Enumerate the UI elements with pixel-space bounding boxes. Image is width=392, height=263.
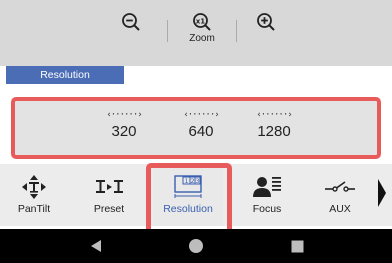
resolution-options-box: ‹······› 320 ‹······› 640 ‹······› 1280 [11,97,381,159]
tab-label: Focus [252,203,282,215]
focus-icon [250,173,284,201]
resolution-value: 320 [111,123,137,140]
zoom-separator [236,20,237,42]
zoom-out-button[interactable] [111,12,151,62]
magnifier-minus-icon [122,13,140,31]
tab-label: AUX [329,203,351,215]
tab-pantilt[interactable]: PanTilt [0,164,69,226]
pantilt-icon [19,173,49,201]
home-circle-icon [189,239,203,253]
resolution-panel: ‹······› 320 ‹······› 640 ‹······› 1280 [0,84,392,164]
tab-bar: PanTilt Preset 1 2 3 Resolution Focus AU… [0,164,392,226]
width-arrow-icon: ‹······› [183,110,219,120]
section-title: Resolution [6,66,124,84]
svg-text:3: 3 [196,178,200,185]
resolution-value: 640 [188,123,214,140]
tab-label: Preset [93,203,125,215]
recents-button[interactable] [277,229,317,263]
tab-resolution[interactable]: 1 2 3 Resolution [153,164,223,226]
home-button[interactable] [176,229,216,263]
section-header: Resolution [0,66,392,84]
zoom-label: Zoom [189,33,215,44]
back-button[interactable] [76,229,116,263]
tab-label: PanTilt [17,203,51,215]
resolution-value: 1280 [257,123,291,140]
resolution-option-640[interactable]: ‹······› 640 [169,109,233,149]
tab-preset[interactable]: Preset [74,164,144,226]
system-nav-bar [0,229,392,263]
zoom-reset-button[interactable]: x1 Zoom [182,12,222,62]
width-arrow-icon: ‹······› [256,110,292,120]
svg-text:2: 2 [191,178,195,185]
preset-icon [92,173,126,201]
back-triangle-icon [91,240,101,252]
tab-label: Resolution [163,203,213,215]
zoom-toolbar: x1 Zoom [0,0,392,66]
resolution-icon: 1 2 3 [171,173,205,201]
tab-aux[interactable]: AUX [305,164,375,226]
resolution-option-320[interactable]: ‹······› 320 [92,109,156,149]
width-arrow-icon: ‹······› [106,110,142,120]
magnifier-plus-icon [257,13,275,31]
zoom-separator [167,20,168,42]
svg-text:x1: x1 [196,17,206,25]
magnifier-x1-icon: x1 [193,13,211,31]
more-tabs-chevron-icon[interactable] [377,178,387,208]
aux-switch-icon [323,173,357,201]
zoom-in-button[interactable] [246,12,286,62]
recents-square-icon [291,240,303,252]
resolution-option-1280[interactable]: ‹······› 1280 [242,109,306,149]
svg-text:1: 1 [185,178,189,185]
tab-focus[interactable]: Focus [232,164,302,226]
